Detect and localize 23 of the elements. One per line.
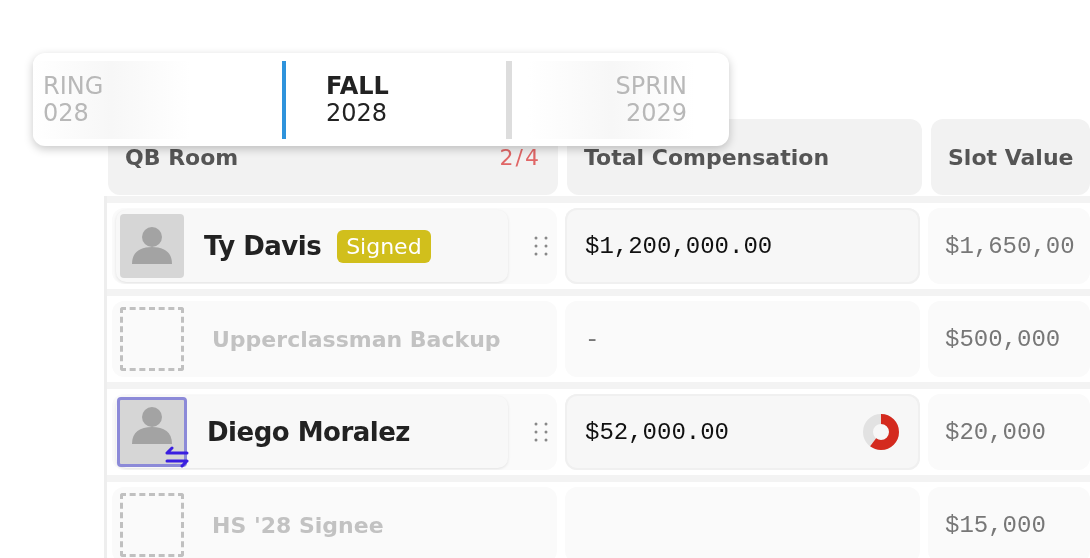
compensation-cell[interactable]: - — [565, 301, 920, 377]
slot-value-cell: $500,000 — [928, 301, 1090, 377]
header-label: Total Compensation — [584, 144, 830, 170]
slot-name: Upperclassman Backup — [212, 326, 501, 352]
player-name: Ty Davis — [204, 231, 322, 261]
slot-value-cell: $20,000 — [928, 394, 1090, 470]
drag-handle-icon[interactable] — [534, 235, 548, 257]
player-name: Diego Moralez — [207, 417, 410, 447]
swap-icon — [164, 446, 190, 468]
person-icon — [132, 406, 172, 444]
person-icon — [132, 227, 172, 264]
header-label: Slot Value — [948, 144, 1074, 170]
status-badge: Signed — [337, 229, 431, 263]
header-label: QB Room — [125, 144, 239, 170]
empty-slot-icon — [120, 493, 184, 557]
slot-name: HS '28 Signee — [212, 512, 384, 538]
slot-value-cell: $15,000 — [928, 487, 1090, 558]
compensation-cell[interactable]: $1,200,000.00 — [565, 208, 920, 284]
slot-count: 2/4 — [499, 144, 541, 170]
drag-handle-icon[interactable] — [534, 421, 548, 443]
compensation-cell[interactable]: $52,000.00 — [565, 394, 920, 470]
empty-slot-icon — [120, 307, 184, 371]
slot-value-cell: $1,650,00 — [928, 208, 1090, 284]
